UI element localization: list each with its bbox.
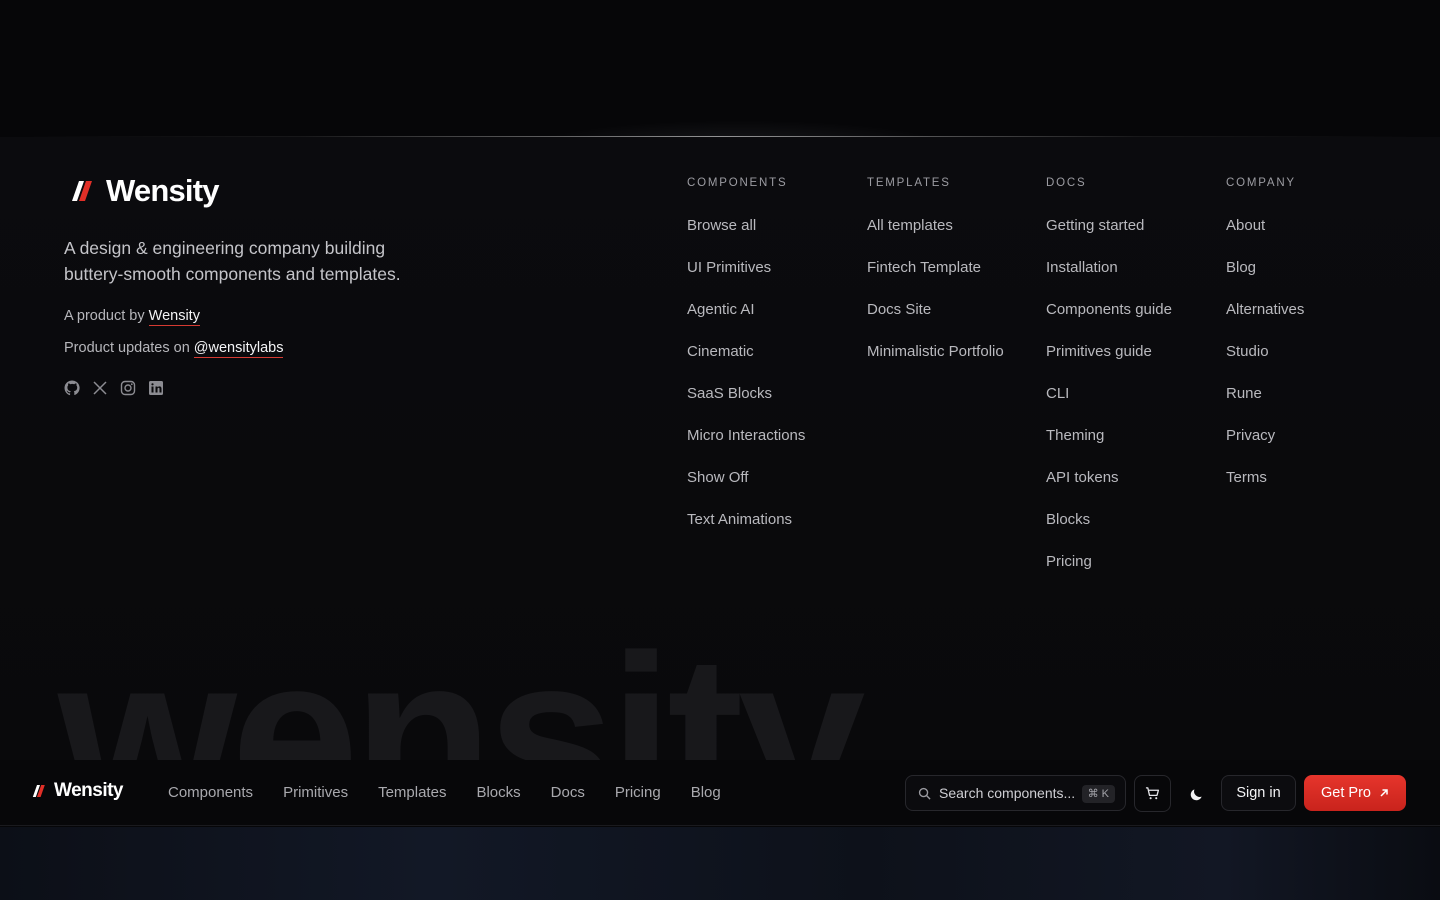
footer-link-saas-blocks[interactable]: SaaS Blocks	[687, 386, 805, 428]
footer-link-theming[interactable]: Theming	[1046, 428, 1172, 470]
nav-brand-name: Wensity	[54, 780, 124, 801]
footer-link-about[interactable]: About	[1226, 218, 1304, 260]
footer-link-privacy[interactable]: Privacy	[1226, 428, 1304, 470]
nav-brand[interactable]: Wensity	[28, 780, 124, 802]
search-shortcut-kbd: ⌘ K	[1081, 785, 1115, 803]
footer-brand[interactable]: Wensity	[64, 173, 220, 209]
nav-link-blocks[interactable]: Blocks	[476, 784, 520, 801]
nav-link-docs[interactable]: Docs	[551, 784, 585, 801]
get-pro-button[interactable]: Get Pro	[1304, 775, 1406, 811]
footer-link-text-animations[interactable]: Text Animations	[687, 512, 805, 554]
col-heading-components: COMPONENTS	[687, 177, 788, 189]
footer-link-minimalistic-portfolio[interactable]: Minimalistic Portfolio	[867, 344, 1004, 386]
nav-link-components[interactable]: Components	[168, 784, 253, 801]
nav-links: Components Primitives Templates Blocks D…	[168, 784, 721, 801]
wensity-logo-icon	[32, 785, 45, 797]
x-icon[interactable]	[92, 380, 108, 396]
search-placeholder: Search components...	[939, 785, 1076, 801]
wensity-logo-icon	[72, 181, 92, 201]
footer-link-components-guide[interactable]: Components guide	[1046, 302, 1172, 344]
footer-link-cinematic[interactable]: Cinematic	[687, 344, 805, 386]
product-by-link[interactable]: Wensity	[148, 308, 200, 326]
social-links	[64, 380, 164, 396]
footer-link-installation[interactable]: Installation	[1046, 260, 1172, 302]
footer-link-getting-started[interactable]: Getting started	[1046, 218, 1172, 260]
product-by-line: A product by Wensity	[64, 308, 200, 326]
footer-col-company: COMPANY About Blog Alternatives Studio R…	[1226, 177, 1304, 512]
footer-link-rune[interactable]: Rune	[1226, 386, 1304, 428]
footer-link-show-off[interactable]: Show Off	[687, 470, 805, 512]
top-navbar: Wensity Components Primitives Templates …	[0, 760, 1440, 826]
nav-link-blog[interactable]: Blog	[691, 784, 721, 801]
linkedin-icon[interactable]	[148, 380, 164, 396]
nav-link-templates[interactable]: Templates	[378, 784, 446, 801]
cart-icon	[1145, 787, 1160, 800]
footer-link-all-templates[interactable]: All templates	[867, 218, 1004, 260]
moon-icon	[1190, 788, 1202, 800]
footer-link-terms[interactable]: Terms	[1226, 470, 1304, 512]
footer-link-pricing[interactable]: Pricing	[1046, 554, 1172, 596]
product-updates-line: Product updates on @wensitylabs	[64, 340, 284, 358]
footer-col-templates: TEMPLATES All templates Fintech Template…	[867, 177, 1004, 386]
github-icon[interactable]	[64, 380, 80, 396]
page-hero-background	[0, 827, 1440, 900]
updates-prefix: Product updates on	[64, 340, 194, 356]
footer-link-cli[interactable]: CLI	[1046, 386, 1172, 428]
footer-link-browse-all[interactable]: Browse all	[687, 218, 805, 260]
footer-col-components: COMPONENTS Browse all UI Primitives Agen…	[687, 177, 805, 554]
cart-button[interactable]	[1134, 775, 1171, 812]
footer-link-blog[interactable]: Blog	[1226, 260, 1304, 302]
footer-tagline: A design & engineering company building …	[64, 238, 401, 284]
col-heading-docs: DOCS	[1046, 177, 1087, 189]
sign-in-button[interactable]: Sign in	[1221, 775, 1296, 811]
site-footer: Wensity A design & engineering company b…	[0, 137, 1440, 760]
updates-link[interactable]: @wensitylabs	[193, 340, 284, 358]
footer-link-micro-interactions[interactable]: Micro Interactions	[687, 428, 805, 470]
footer-brand-name: Wensity	[106, 173, 220, 208]
col-heading-company: COMPANY	[1226, 177, 1296, 189]
footer-link-agentic-ai[interactable]: Agentic AI	[687, 302, 805, 344]
arrow-up-right-icon	[1380, 789, 1388, 797]
footer-watermark: wensity	[58, 607, 866, 761]
theme-toggle-button[interactable]	[1182, 780, 1210, 808]
get-pro-label: Get Pro	[1321, 785, 1371, 801]
product-by-prefix: A product by	[64, 308, 149, 324]
footer-col-docs: DOCS Getting started Installation Compon…	[1046, 177, 1172, 596]
footer-link-fintech-template[interactable]: Fintech Template	[867, 260, 1004, 302]
footer-link-studio[interactable]: Studio	[1226, 344, 1304, 386]
footer-link-alternatives[interactable]: Alternatives	[1226, 302, 1304, 344]
footer-link-api-tokens[interactable]: API tokens	[1046, 470, 1172, 512]
nav-link-primitives[interactable]: Primitives	[283, 784, 348, 801]
footer-link-docs-site[interactable]: Docs Site	[867, 302, 1004, 344]
nav-link-pricing[interactable]: Pricing	[615, 784, 661, 801]
footer-link-ui-primitives[interactable]: UI Primitives	[687, 260, 805, 302]
col-heading-templates: TEMPLATES	[867, 177, 951, 189]
footer-link-primitives-guide[interactable]: Primitives guide	[1046, 344, 1172, 386]
instagram-icon[interactable]	[120, 380, 136, 396]
footer-link-blocks[interactable]: Blocks	[1046, 512, 1172, 554]
search-components-button[interactable]: Search components... ⌘ K	[905, 775, 1126, 811]
search-icon	[918, 787, 931, 800]
